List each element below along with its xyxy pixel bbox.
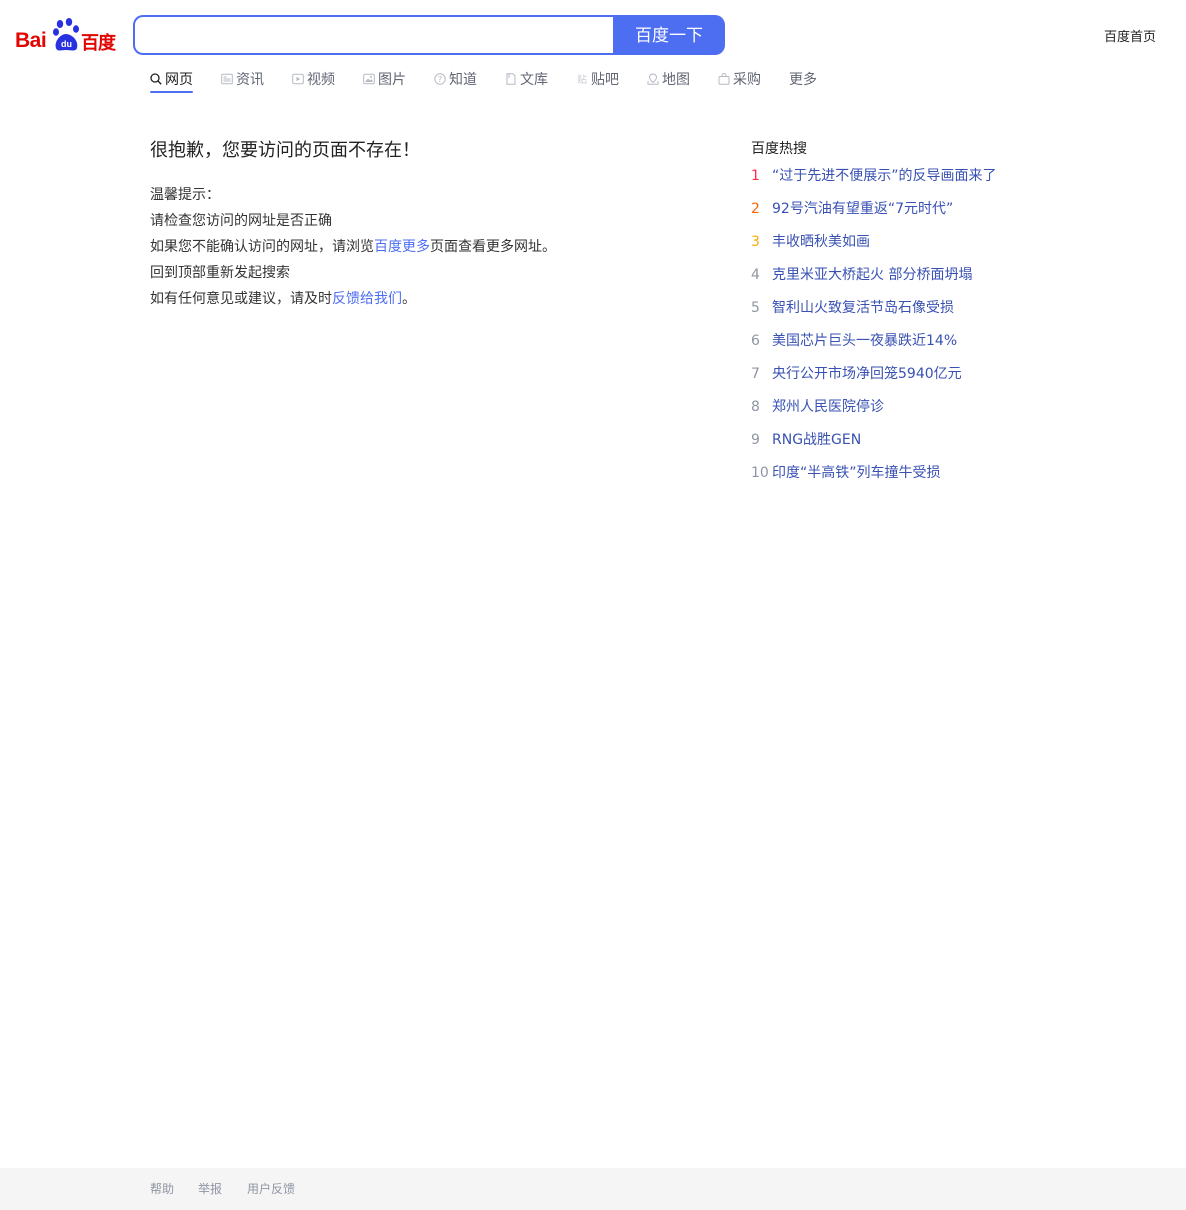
- hot-rank: 7: [751, 366, 760, 382]
- hot-search-item[interactable]: 8 郑州人民医院停诊: [751, 398, 1111, 431]
- hot-search-link[interactable]: “过于先进不便展示”的反导画面来了: [772, 167, 997, 200]
- hot-rank: 3: [751, 234, 760, 250]
- error-title: 很抱歉，您要访问的页面不存在！: [150, 140, 420, 161]
- hot-search-item[interactable]: 3 丰收晒秋美如画: [751, 233, 1111, 266]
- hot-rank: 1: [751, 168, 760, 184]
- tab-label: 视频: [307, 72, 335, 88]
- tab-web[interactable]: 网页: [150, 68, 193, 93]
- hot-search-title: 百度热搜: [751, 141, 807, 157]
- tab-label: 图片: [378, 72, 406, 88]
- hot-search-item[interactable]: 6 美国芯片巨头一夜暴跌近14%: [751, 332, 1111, 365]
- tab-label: 资讯: [236, 72, 264, 88]
- hot-search-panel: 百度热搜 1 “过于先进不便展示”的反导画面来了 2 92号汽油有望重返“7元时代”…: [751, 138, 1111, 497]
- tab-caigou[interactable]: 采购: [718, 68, 761, 90]
- hot-search-item[interactable]: 10 印度“半高铁”列车撞牛受损: [751, 464, 1111, 497]
- tip-check-url: 请检查您访问的网址是否正确: [150, 213, 332, 229]
- hot-search-link[interactable]: 92号汽油有望重返“7元时代”: [772, 200, 953, 233]
- search-icon: [150, 73, 162, 85]
- hot-search-link[interactable]: 智利山火致复活节岛石像受损: [772, 299, 954, 332]
- tab-wenku[interactable]: 文库: [505, 68, 548, 90]
- hot-search-link[interactable]: 美国芯片巨头一夜暴跌近14%: [772, 332, 957, 365]
- tab-label: 网页: [165, 72, 193, 88]
- search-button[interactable]: 百度一下: [613, 15, 725, 55]
- footer: 帮助 举报 用户反馈: [0, 1168, 1186, 1210]
- hot-rank: 4: [751, 267, 760, 283]
- search-tabs: 网页 资讯 视频 图片 ? 知道 文库 贴 贴吧 地图 采购 更多: [150, 68, 817, 96]
- hot-search-item[interactable]: 2 92号汽油有望重返“7元时代”: [751, 200, 1111, 233]
- question-icon: ?: [434, 73, 446, 85]
- tab-label: 贴吧: [591, 72, 619, 88]
- tab-news[interactable]: 资讯: [221, 68, 264, 90]
- image-icon: [363, 73, 375, 85]
- baidu-home-link[interactable]: 百度首页: [1104, 26, 1156, 45]
- hot-search-link[interactable]: 丰收晒秋美如画: [772, 233, 870, 266]
- shopping-icon: [718, 73, 730, 85]
- hot-search-item[interactable]: 5 智利山火致复活节岛石像受损: [751, 299, 1111, 332]
- tab-label: 文库: [520, 72, 548, 88]
- tab-label: 知道: [449, 72, 477, 88]
- tip-feedback: 如有任何意见或建议，请及时反馈给我们。: [150, 286, 556, 312]
- feedback-link[interactable]: 反馈给我们: [332, 291, 402, 307]
- hot-rank: 6: [751, 333, 760, 349]
- tab-label: 地图: [662, 72, 690, 88]
- tab-zhidao[interactable]: ? 知道: [434, 68, 477, 90]
- error-tips: 温馨提示： 请检查您访问的网址是否正确 如果您不能确认访问的网址，请浏览百度更多…: [150, 182, 556, 312]
- hot-search-link[interactable]: RNG战胜GEN: [772, 431, 861, 464]
- svg-text:?: ?: [438, 75, 442, 84]
- hot-search-link[interactable]: 克里米亚大桥起火 部分桥面坍塌: [772, 266, 972, 299]
- tips-heading: 温馨提示：: [150, 187, 220, 203]
- tip-text: 。: [402, 291, 416, 307]
- hot-search-item[interactable]: 1 “过于先进不便展示”的反导画面来了: [751, 167, 1111, 200]
- hot-rank: 10: [751, 465, 769, 481]
- tab-more[interactable]: 更多: [789, 68, 817, 90]
- paw-icon: du: [53, 18, 79, 51]
- logo-text-paw: du: [61, 39, 72, 49]
- hot-search-link[interactable]: 印度“半高铁”列车撞牛受损: [772, 464, 941, 497]
- svg-text:贴: 贴: [577, 73, 587, 85]
- map-icon: [647, 73, 659, 85]
- search-box: [133, 15, 613, 55]
- hot-search-link[interactable]: 郑州人民医院停诊: [772, 398, 884, 431]
- baidu-logo[interactable]: Bai du 百度: [15, 18, 119, 54]
- video-icon: [292, 73, 304, 85]
- tab-map[interactable]: 地图: [647, 68, 690, 90]
- hot-search-link[interactable]: 央行公开市场净回笼5940亿元: [772, 365, 962, 398]
- hot-rank: 5: [751, 300, 760, 316]
- hot-search-item[interactable]: 4 克里米亚大桥起火 部分桥面坍塌: [751, 266, 1111, 299]
- search-input[interactable]: [135, 17, 613, 53]
- news-icon: [221, 73, 233, 85]
- hot-rank: 8: [751, 399, 760, 415]
- logo-text-latin: Bai: [15, 29, 47, 52]
- tab-image[interactable]: 图片: [363, 68, 406, 90]
- logo-text-cn: 百度: [81, 33, 116, 54]
- hot-rank: 9: [751, 432, 760, 448]
- tab-video[interactable]: 视频: [292, 68, 335, 90]
- doc-icon: [506, 73, 516, 85]
- tip-search-again: 回到顶部重新发起搜索: [150, 265, 290, 281]
- tab-label: 更多: [789, 72, 817, 88]
- tab-tieba[interactable]: 贴 贴吧: [576, 68, 619, 90]
- hot-search-item[interactable]: 7 央行公开市场净回笼5940亿元: [751, 365, 1111, 398]
- tab-label: 采购: [733, 72, 761, 88]
- tieba-icon: 贴: [577, 73, 587, 85]
- hot-rank: 2: [751, 201, 760, 217]
- tip-text: 页面查看更多网址。: [430, 239, 556, 255]
- tip-browse-more: 如果您不能确认访问的网址，请浏览百度更多页面查看更多网址。: [150, 234, 556, 260]
- baidu-more-link[interactable]: 百度更多: [374, 239, 430, 255]
- footer-feedback-link[interactable]: 用户反馈: [247, 1180, 295, 1197]
- footer-help-link[interactable]: 帮助: [150, 1180, 174, 1197]
- footer-report-link[interactable]: 举报: [198, 1180, 222, 1197]
- hot-search-item[interactable]: 9 RNG战胜GEN: [751, 431, 1111, 464]
- tip-text: 如有任何意见或建议，请及时: [150, 291, 332, 307]
- tip-text: 如果您不能确认访问的网址，请浏览: [150, 239, 374, 255]
